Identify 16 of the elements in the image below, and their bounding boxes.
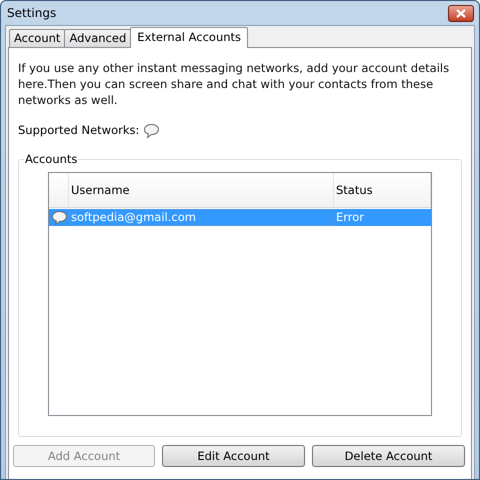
column-header[interactable]: Status <box>334 173 431 208</box>
account-button[interactable]: Edit Account <box>162 445 305 468</box>
window-title: Settings <box>7 5 56 22</box>
tab[interactable]: Advanced <box>64 29 132 47</box>
account-button[interactable]: Delete Account <box>312 445 465 468</box>
status-cell-text: Error <box>335 209 364 226</box>
username-cell: softpedia@gmail.com <box>69 209 334 226</box>
close-icon <box>456 8 466 18</box>
speech-bubble-icon <box>50 210 68 226</box>
description-text: If you use any other instant messaging networks, add your account details here.Then you can screen share and chat with your contacts from these networks as well. <box>18 60 450 108</box>
column-header[interactable]: Username <box>69 173 334 208</box>
tab[interactable]: External Accounts <box>130 27 248 48</box>
close-button[interactable] <box>448 4 474 22</box>
speech-bubble-icon <box>143 122 160 139</box>
supported-networks-label: Supported Networks: <box>18 122 140 139</box>
tab[interactable]: Account <box>9 29 66 47</box>
